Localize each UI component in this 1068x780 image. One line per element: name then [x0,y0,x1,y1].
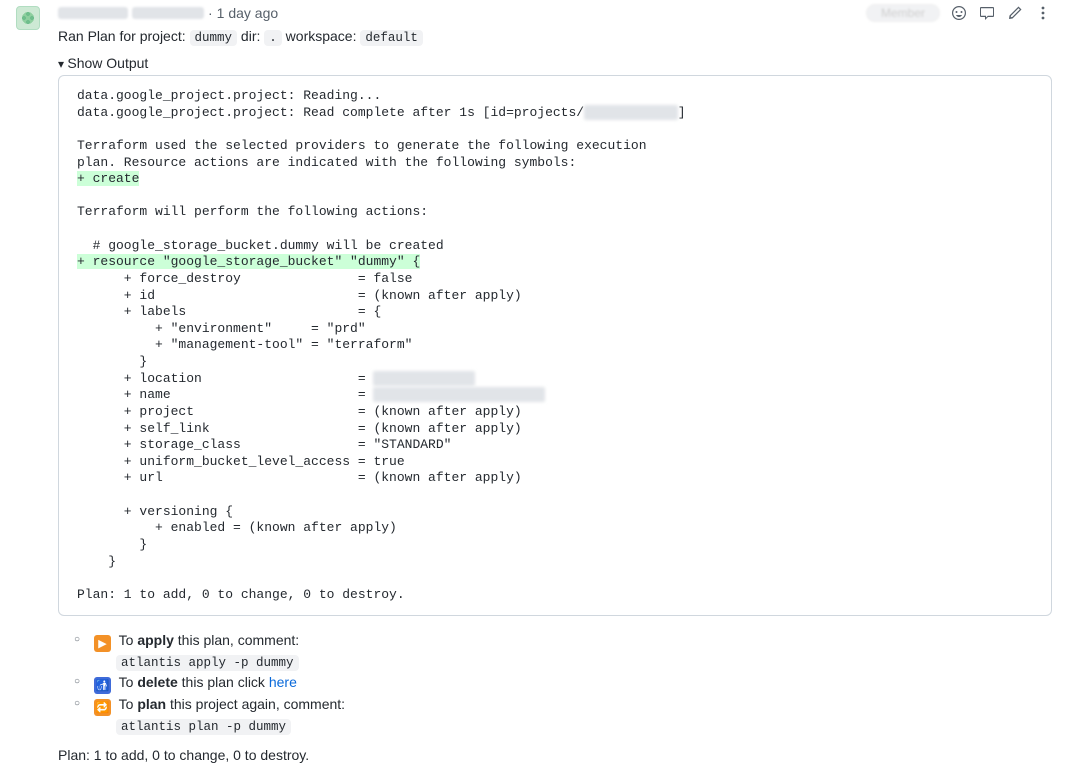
dir-label: dir: [237,28,264,44]
trash-icon: 🚮 [94,677,111,694]
header-separator: · [208,5,213,21]
header-left: · 1 day ago [58,5,278,21]
repeat-icon: 🔁 [94,699,111,716]
delete-link[interactable]: here [269,674,297,690]
comment-icon[interactable] [978,4,996,22]
dir-chip: . [264,30,282,46]
terraform-output: data.google_project.project: Reading... … [58,75,1052,616]
header-right: Member [866,4,1052,22]
show-output-label: Show Output [67,55,148,71]
member-badge: Member [866,4,940,22]
comment-body: · 1 day ago Member Ran Plan f [58,4,1052,763]
hint-list: ▶ To apply this plan, comment: atlantis … [58,632,1052,735]
timestamp[interactable]: 1 day ago [217,5,279,21]
hint-delete: 🚮 To delete this plan click here [94,674,1052,694]
avatar[interactable] [16,6,40,30]
edit-icon[interactable] [1006,4,1024,22]
apply-command: atlantis apply -p dummy [116,655,299,671]
kebab-icon[interactable] [1034,4,1052,22]
comment-container: · 1 day ago Member Ran Plan f [0,0,1068,779]
project-id-redacted: xxxxxxxxxxxx [584,105,678,120]
author-redacted [58,7,128,19]
author-redacted-2 [132,7,204,19]
ws-chip: default [360,30,423,46]
avatar-column [16,4,40,763]
plan-footer-summary: Plan: 1 to add, 0 to change, 0 to destro… [58,747,1052,763]
plan-summary-line: Ran Plan for project: dummy dir: . works… [58,28,1052,45]
comment-header: · 1 day ago Member [58,4,1052,22]
project-chip: dummy [190,30,238,46]
hint-plan: 🔁 To plan this project again, comment: a… [94,696,1052,735]
ws-label: workspace: [282,28,361,44]
ran-prefix: Ran Plan for project: [58,28,190,44]
hint-apply: ▶ To apply this plan, comment: atlantis … [94,632,1052,671]
bucket-name-redacted: XXXX XXX XXXX XXX [373,387,545,402]
symbol-create: + create [77,171,139,186]
plan-command: atlantis plan -p dummy [116,719,291,735]
location-redacted: XXXXX XXXX [373,371,474,386]
resource-header: + resource "google_storage_bucket" "dumm… [77,254,420,269]
emoji-icon[interactable] [950,4,968,22]
arrow-icon: ▶ [94,635,111,652]
show-output-toggle[interactable]: Show Output [58,55,148,71]
